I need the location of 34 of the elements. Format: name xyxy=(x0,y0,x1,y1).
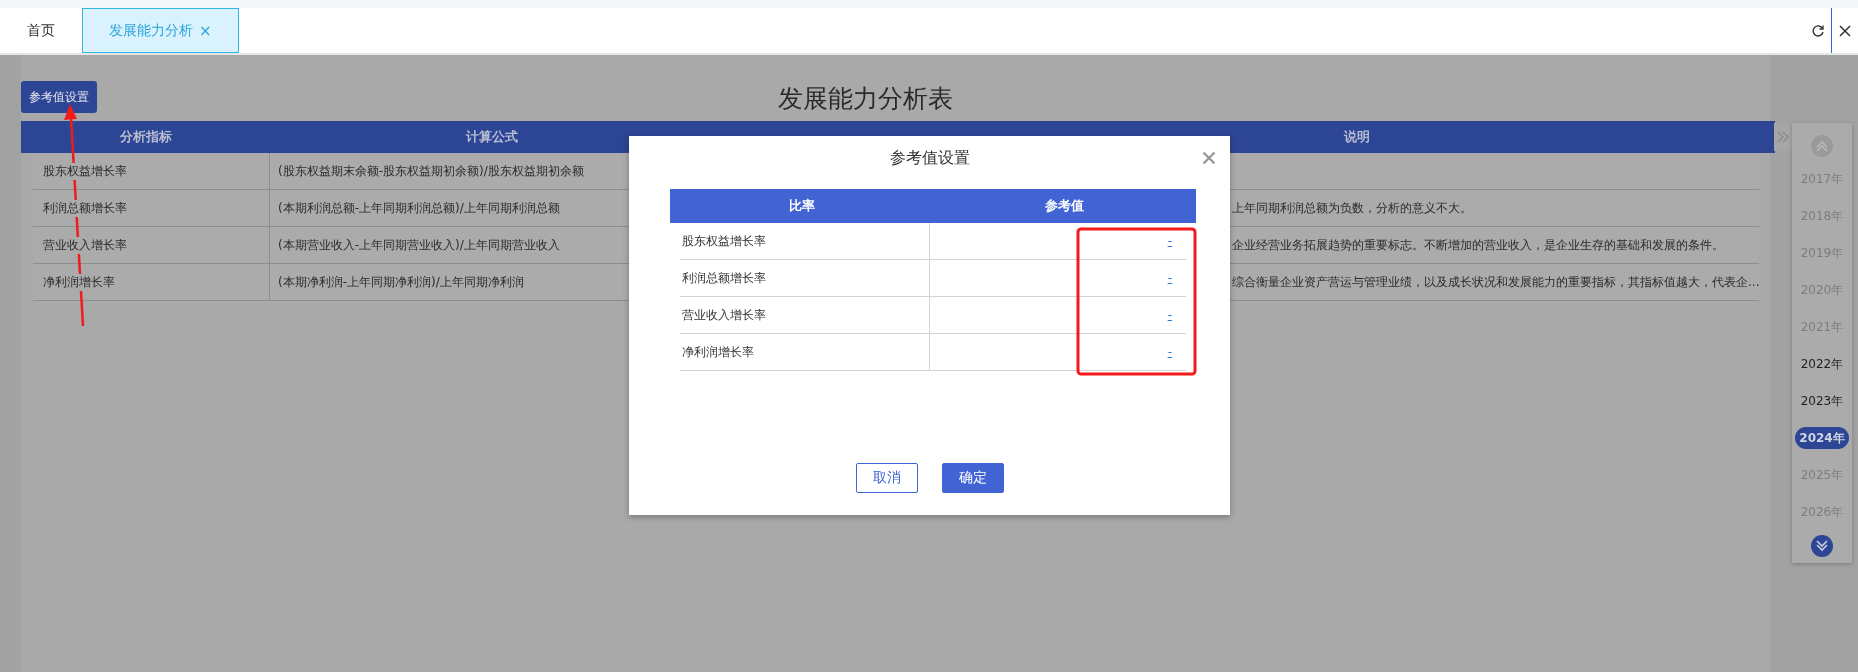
table-cell: 营业收入增长率 xyxy=(43,236,127,254)
table-cell: 净利润增长率 xyxy=(43,273,115,291)
tab-close-icon[interactable]: × xyxy=(199,21,212,40)
table-cell: 上年同期利润总额为负数，分析的意义不大。 xyxy=(1232,199,1472,217)
year-option[interactable]: 2023年 xyxy=(1796,383,1848,420)
value-link[interactable]: - xyxy=(1167,308,1172,322)
table-cell: 企业经营业务拓展趋势的重要标志。不断增加的营业收入，是企业生存的基础和发展的条件。 xyxy=(1232,236,1724,254)
table-cell: 利润总额增长率 xyxy=(682,269,766,287)
scroll-down-icon[interactable] xyxy=(1811,535,1833,557)
column-header: 参考值 xyxy=(1044,197,1085,215)
table-cell: (股东权益期末余额-股东权益期初余额)/股东权益期初余额 xyxy=(278,162,584,180)
page-title: 发展能力分析表 xyxy=(778,82,953,115)
table-cell: (本期净利润-上年同期净利润)/上年同期净利润 xyxy=(278,273,524,291)
tab[interactable]: 首页 xyxy=(0,8,82,53)
table-cell: 营业收入增长率 xyxy=(682,306,766,324)
year-option[interactable]: 2024年 xyxy=(1795,427,1849,449)
table-cell: 股东权益增长率 xyxy=(43,162,127,180)
confirm-button[interactable]: 确定 xyxy=(941,463,1004,493)
close-icon[interactable] xyxy=(1202,151,1216,165)
table-cell: (本期营业收入-上年同期营业收入)/上年同期营业收入 xyxy=(278,236,560,254)
table-cell: 综合衡量企业资产营运与管理业绩，以及成长状况和发展能力的重要指标，其指标值越大，代表企... xyxy=(1232,273,1760,291)
value-link[interactable]: - xyxy=(1167,234,1172,248)
cancel-button[interactable]: 取消 xyxy=(855,463,918,493)
tab[interactable]: 发展能力分析 × xyxy=(82,8,239,53)
reference-settings-button[interactable]: 参考值设置 xyxy=(21,81,97,113)
table-cell: 利润总额增长率 xyxy=(43,199,127,217)
column-header: 分析指标 xyxy=(21,121,270,153)
value-link[interactable]: - xyxy=(1167,271,1172,285)
table-cell: 股东权益增长率 xyxy=(682,232,766,250)
year-option[interactable]: 2022年 xyxy=(1796,346,1848,383)
value-link[interactable]: - xyxy=(1167,345,1172,359)
column-header: 比率 xyxy=(787,197,816,215)
table-cell: 净利润增长率 xyxy=(682,343,754,361)
table-cell: (本期利润总额-上年同期利润总额)/上年同期利润总额 xyxy=(278,199,560,217)
